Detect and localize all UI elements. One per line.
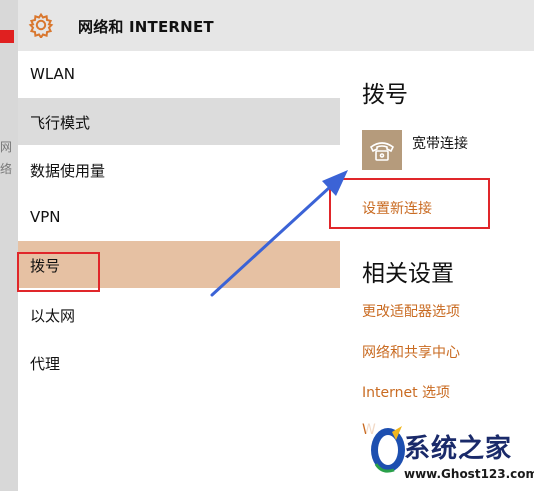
annotation-arrow [210, 170, 348, 297]
watermark-title: 系统之家 [404, 434, 513, 464]
watermark-logo-icon [371, 426, 405, 473]
watermark: 系统之家 www.Ghost123.com [366, 420, 534, 491]
watermark-url: www.Ghost123.com [404, 467, 534, 481]
